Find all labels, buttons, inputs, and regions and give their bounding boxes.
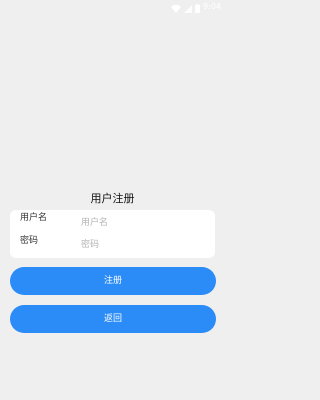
back-button[interactable]: 返回 xyxy=(10,305,216,333)
status-time: 9:04 xyxy=(203,2,221,11)
wifi-icon xyxy=(171,0,182,17)
battery-icon xyxy=(195,0,201,17)
registration-form: 用户名 用户名 密码 密码 xyxy=(10,210,215,258)
password-input[interactable]: 密码 xyxy=(81,240,205,251)
signal-icon xyxy=(184,0,193,17)
username-input[interactable]: 用户名 xyxy=(81,218,205,229)
register-button[interactable]: 注册 xyxy=(10,267,216,295)
status-bar: 9:04 xyxy=(0,0,225,14)
password-label: 密码 xyxy=(20,236,39,246)
username-label: 用户名 xyxy=(20,213,48,223)
page-title: 用户注册 xyxy=(90,192,135,205)
status-icons: 9:04 xyxy=(171,2,221,13)
